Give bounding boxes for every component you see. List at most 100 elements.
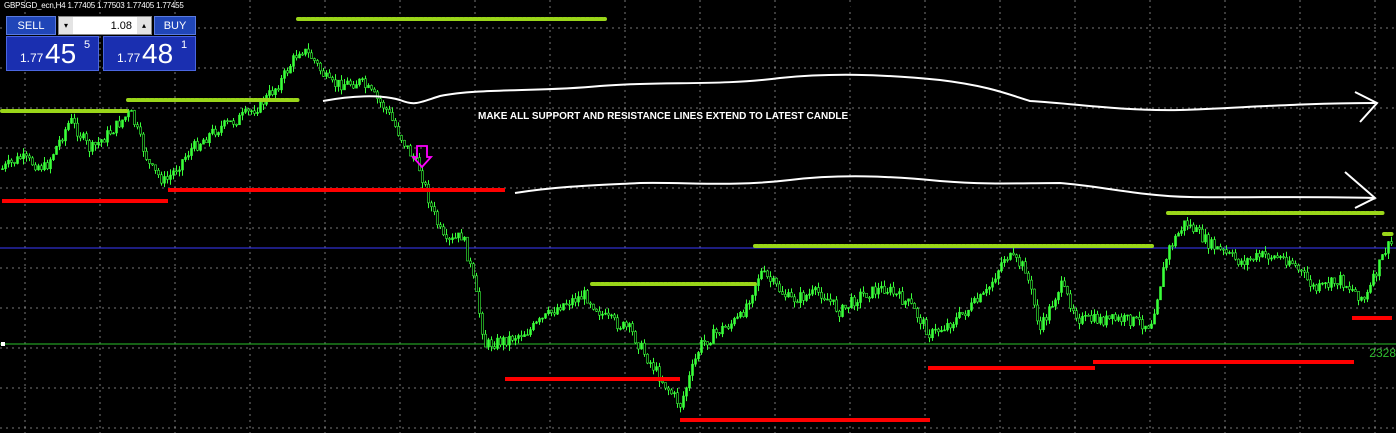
candle-body <box>343 84 346 91</box>
candle-body <box>226 120 229 123</box>
candle-body <box>1045 317 1048 321</box>
buy-price-button[interactable]: 1.77 48 1 <box>103 36 196 71</box>
candle-body <box>766 270 769 278</box>
candle-body <box>880 285 883 289</box>
candle-body <box>64 129 67 142</box>
candle-body <box>1144 325 1147 330</box>
candle-body <box>451 237 454 240</box>
lot-increase-button[interactable]: ▴ <box>137 17 151 34</box>
candle-body <box>1366 292 1369 300</box>
candle-body <box>649 362 652 364</box>
candle-body <box>946 323 949 331</box>
candle-body <box>1291 260 1294 264</box>
candle-body <box>1285 257 1288 266</box>
sell-button[interactable]: SELL <box>6 16 56 35</box>
candle-body <box>727 326 730 329</box>
candle-body <box>1069 293 1072 309</box>
candle-body <box>1072 308 1075 312</box>
candle-body <box>838 310 841 317</box>
candle-body <box>856 302 859 307</box>
lot-decrease-button[interactable]: ▾ <box>59 17 73 34</box>
candle-body <box>448 238 451 240</box>
candle-body <box>1339 275 1342 286</box>
candle-body <box>190 148 193 156</box>
candle-body <box>979 294 982 303</box>
candle-body <box>763 270 766 273</box>
candle-body <box>1378 259 1381 277</box>
candle-body <box>1171 245 1174 247</box>
candle-body <box>514 338 517 341</box>
candle-body <box>370 85 373 90</box>
candle-body <box>58 139 61 147</box>
lot-size-control: ▾ ▴ <box>58 16 152 35</box>
candle-body <box>406 145 409 148</box>
drawn-line-lower <box>514 175 1376 199</box>
symbol-info: GBPSGD_ecn,H4 1.77405 1.77503 1.77405 1.… <box>4 1 184 10</box>
candle-body <box>169 174 172 180</box>
candle-body <box>805 294 808 301</box>
stat-sl-key: SL <box>493 0 509 14</box>
candle-body <box>847 307 850 309</box>
candle-body <box>19 156 22 160</box>
buy-price-big: 48 <box>142 38 174 69</box>
candle-body <box>820 291 823 299</box>
candle-body <box>241 111 244 116</box>
candle-body <box>742 312 745 317</box>
buy-button[interactable]: BUY <box>154 16 196 35</box>
lot-size-input[interactable] <box>74 17 138 34</box>
candle-body <box>637 342 640 350</box>
candle-body <box>1273 255 1276 259</box>
candle-body <box>1243 260 1246 266</box>
candle-body <box>799 292 802 303</box>
candle-body <box>1183 220 1186 231</box>
stat-atr-key: ATR <box>582 0 608 14</box>
candle-body <box>1162 267 1165 287</box>
candle-body <box>736 316 739 319</box>
candle-body <box>910 298 913 304</box>
candle-body <box>289 66 292 74</box>
candle-body <box>1048 306 1051 321</box>
candle-body <box>157 170 160 176</box>
stat-pt-value: 47.2 <box>432 0 458 14</box>
candle-body <box>1078 317 1081 324</box>
candle-body <box>949 323 952 329</box>
candle-body <box>1324 282 1327 285</box>
candle-body <box>268 90 271 96</box>
candle-body <box>301 53 304 56</box>
candle-body <box>28 155 31 159</box>
candle-body <box>382 102 385 109</box>
candle-body <box>664 382 667 389</box>
candle-body <box>70 118 73 124</box>
candle-body <box>1177 233 1180 237</box>
candle-body <box>1231 252 1234 254</box>
candle-body <box>193 141 196 149</box>
candle-body <box>1252 258 1255 261</box>
candle-body <box>1075 310 1078 319</box>
buy-price-pip: 1 <box>181 39 188 51</box>
candle-body <box>1318 283 1321 292</box>
candle-body <box>247 108 250 112</box>
candle-body <box>646 353 649 364</box>
candle-body <box>784 293 787 298</box>
candle-body <box>211 128 214 134</box>
candle-body <box>682 395 685 408</box>
candle-body <box>1000 262 1003 272</box>
candle-body <box>604 312 607 315</box>
candle-body <box>493 346 496 349</box>
candle-body <box>55 145 58 155</box>
candle-body <box>367 85 370 88</box>
price-chart[interactable] <box>0 0 1396 433</box>
candle-body <box>91 141 94 152</box>
candle-body <box>1228 252 1231 254</box>
candle-body <box>1114 314 1117 321</box>
candle-body <box>625 321 628 328</box>
sell-price-button[interactable]: 1.77 45 5 <box>6 36 99 71</box>
candle-body <box>1123 315 1126 322</box>
candle-body <box>940 330 943 333</box>
candle-body <box>1120 316 1123 322</box>
candle-body <box>1018 257 1021 267</box>
candle-body <box>334 79 337 87</box>
stat-rrr-value: 1/0.67 <box>723 0 760 14</box>
candle-body <box>1387 241 1390 254</box>
candle-body <box>1207 234 1210 249</box>
